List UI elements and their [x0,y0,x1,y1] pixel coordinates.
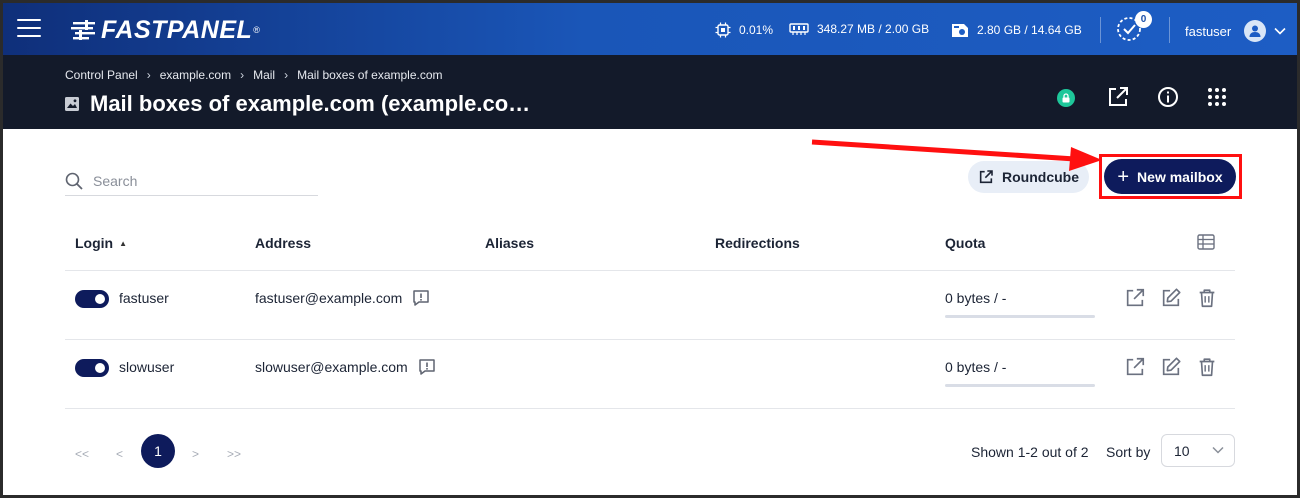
login-cell: slowuser [119,359,175,375]
topbar-divider [1169,17,1170,43]
breadcrumb-domain[interactable]: example.com [160,68,231,82]
hamburger-menu-icon[interactable] [17,19,41,39]
quota-cell: 0 bytes / - [945,359,1007,375]
user-icon [1249,25,1261,37]
open-webmail-icon[interactable] [1124,356,1146,378]
avatar [1244,20,1267,42]
username: fastuser [1185,23,1232,39]
topbar-divider [1100,17,1101,43]
sort-by-label: Sort by [1106,444,1151,460]
column-header-login[interactable]: Login ▲ [75,235,127,251]
disk-icon [952,24,968,37]
search-bar [65,167,318,196]
results-count: Shown 1-2 out of 2 [971,444,1089,460]
quota-cell: 0 bytes / - [945,290,1007,306]
login-cell: fastuser [119,290,169,306]
pagination-first[interactable]: << [75,447,89,461]
delete-icon[interactable] [1196,287,1218,309]
plus-icon: + [1117,165,1130,188]
disk-usage: 2.80 GB / 14.64 GB [951,22,1082,38]
chevron-down-icon [1212,446,1224,454]
cpu-usage: 0.01% [715,22,773,38]
roundcube-label: Roundcube [1002,169,1079,185]
page-title-text: Mail boxes of example.com (example.co… [90,91,531,116]
brand-registered-mark: ® [253,25,260,35]
ram-value: 348.27 MB / 2.00 GB [817,22,930,36]
app-window: FASTPANEL ® 0.01% 348.27 MB / 2.00 GB 2.… [3,3,1297,495]
image-icon [65,97,79,111]
delete-icon[interactable] [1196,356,1218,378]
table-divider [65,408,1235,409]
cpu-icon [715,22,731,38]
page-size-value: 10 [1174,442,1190,459]
new-mailbox-label: New mailbox [1137,168,1223,185]
pagination-last[interactable]: >> [227,447,241,461]
column-header-aliases[interactable]: Aliases [485,235,534,251]
page-size-select[interactable]: 10 [1161,434,1235,467]
comment-alert-icon[interactable] [418,358,436,376]
column-header-login-label: Login [75,235,114,251]
table-divider [65,339,1235,340]
info-icon[interactable] [1156,85,1180,109]
ram-usage: 348.27 MB / 2.00 GB [789,22,929,36]
fastpanel-logo-icon [71,20,95,40]
apps-grid-icon[interactable] [1205,85,1229,109]
new-mailbox-button[interactable]: + New mailbox [1104,159,1236,194]
table-divider [65,270,1235,271]
chevron-right-icon: › [284,68,289,82]
page-title: Mail boxes of example.com (example.co… [65,91,530,117]
sort-ascending-icon: ▲ [119,239,128,248]
roundcube-button[interactable]: Roundcube [968,161,1089,193]
mailbox-enabled-toggle[interactable] [75,359,109,377]
top-bar: FASTPANEL ® 0.01% 348.27 MB / 2.00 GB 2.… [3,3,1297,55]
column-header-address[interactable]: Address [255,235,311,251]
open-external-icon[interactable] [1106,85,1130,109]
pagination-prev[interactable]: < [116,447,123,461]
ssl-status-badge[interactable] [1057,89,1075,107]
open-external-icon [979,170,993,184]
edit-icon[interactable] [1160,287,1182,309]
chevron-down-icon [1274,27,1286,35]
breadcrumb-control-panel[interactable]: Control Panel [65,68,138,82]
ram-icon [789,23,809,35]
search-input[interactable] [93,173,293,189]
address-text: fastuser@example.com [255,290,403,306]
task-count-badge: 0 [1135,11,1152,28]
cpu-value: 0.01% [739,23,774,37]
page-header: Control Panel › example.com › Mail › Mai… [3,55,1297,129]
breadcrumb: Control Panel › example.com › Mail › Mai… [65,68,443,82]
pagination-next[interactable]: > [192,447,199,461]
comment-alert-icon[interactable] [412,289,430,307]
chevron-right-icon: › [240,68,245,82]
breadcrumb-current: Mail boxes of example.com [297,68,443,82]
column-header-quota[interactable]: Quota [945,235,985,251]
address-cell: slowuser@example.com [255,358,436,376]
breadcrumb-mail[interactable]: Mail [253,68,275,82]
edit-icon[interactable] [1160,356,1182,378]
chevron-right-icon: › [146,68,151,82]
table-columns-icon[interactable] [1197,234,1215,250]
user-menu[interactable]: fastuser [1185,20,1286,42]
search-icon [65,172,83,190]
address-cell: fastuser@example.com [255,289,430,307]
mailbox-enabled-toggle[interactable] [75,290,109,308]
open-webmail-icon[interactable] [1124,287,1146,309]
lock-icon [1062,93,1070,103]
disk-value: 2.80 GB / 14.64 GB [977,23,1082,37]
quota-progress-bar [945,315,1095,318]
address-text: slowuser@example.com [255,359,408,375]
column-header-redirections[interactable]: Redirections [715,235,800,251]
brand-name: FASTPANEL [101,15,253,44]
pagination-page-current[interactable]: 1 [141,434,175,468]
quota-progress-bar [945,384,1095,387]
brand-logo[interactable]: FASTPANEL ® [71,15,260,44]
